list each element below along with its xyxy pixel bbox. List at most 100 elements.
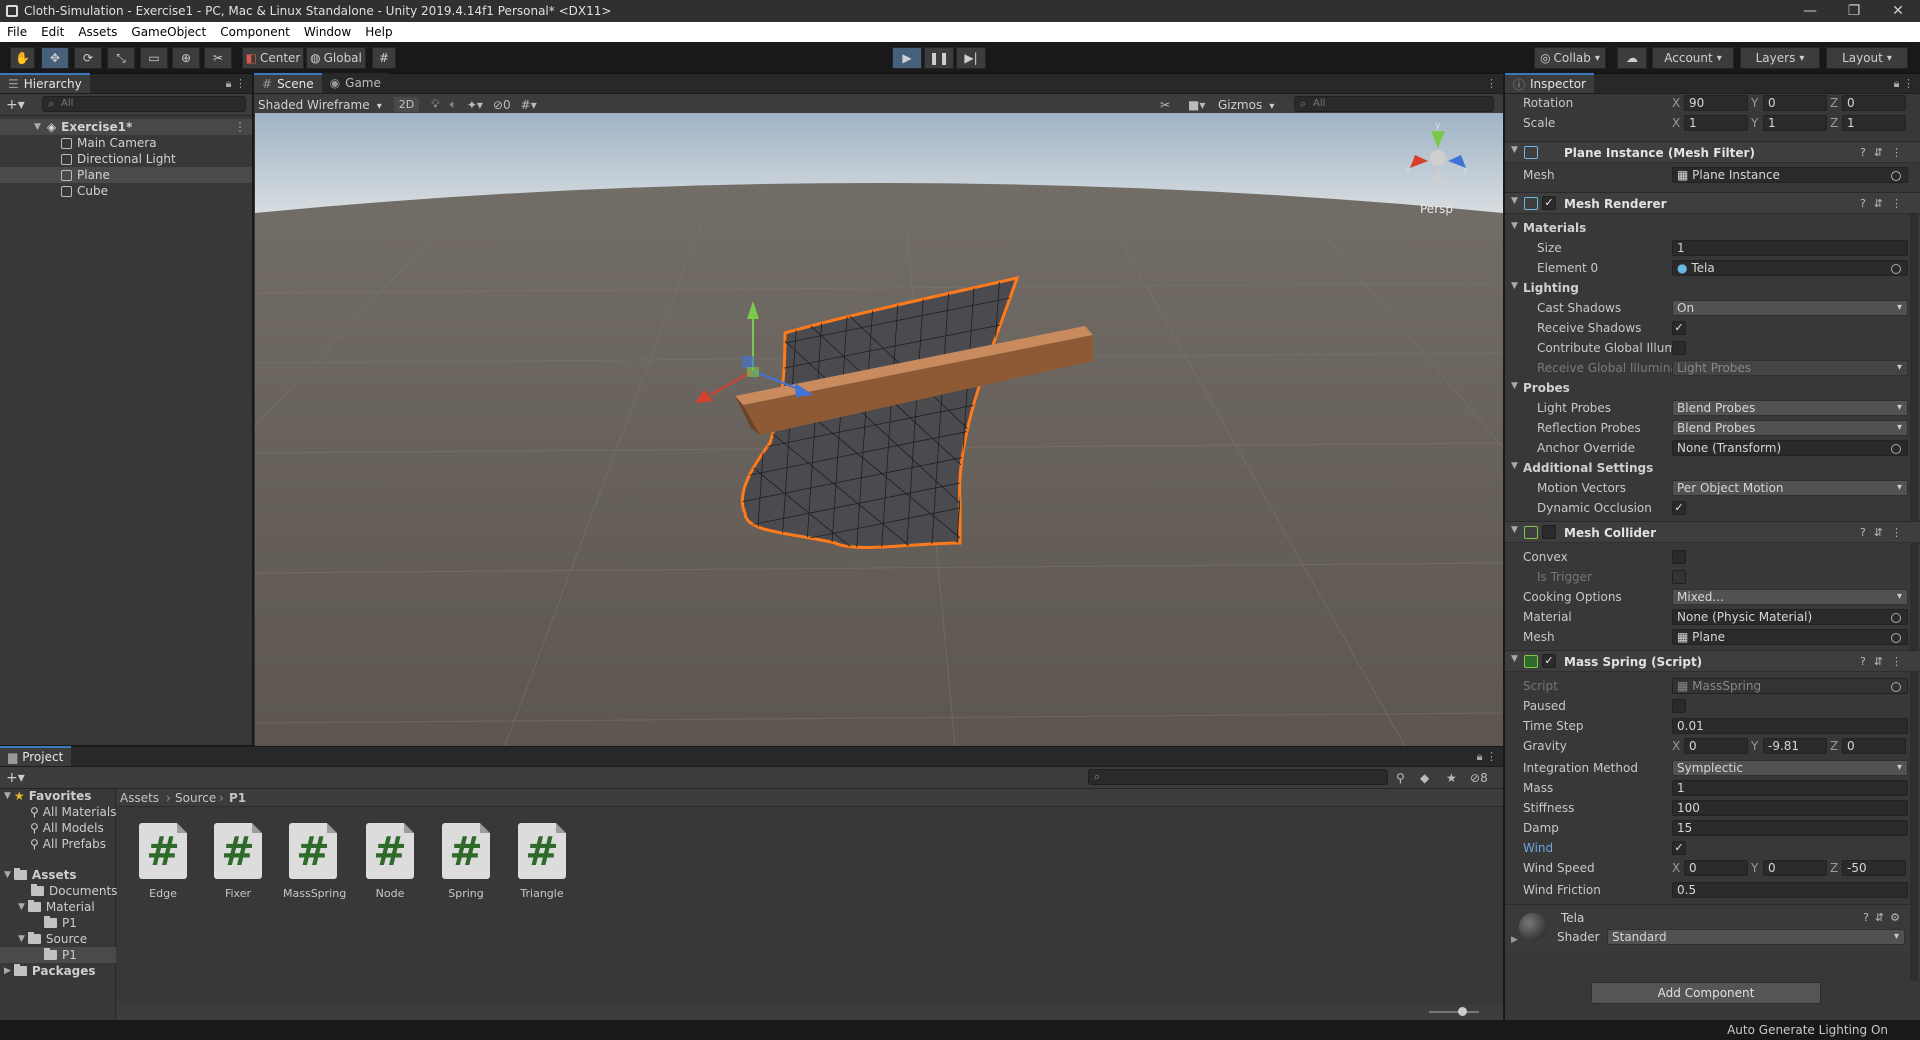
tab-hierarchy[interactable]: ☰ Hierarchy	[0, 73, 90, 93]
breadcrumb-p1[interactable]: P1	[229, 791, 246, 805]
maximize-button[interactable]: ❐	[1832, 3, 1876, 19]
object-picker-icon[interactable]	[1891, 444, 1901, 454]
asset-triangle[interactable]: # Triangle	[512, 823, 572, 900]
layers-dropdown[interactable]: Layers	[1740, 47, 1820, 69]
create-plus-icon[interactable]: +▾	[6, 770, 25, 786]
favorite-star-icon[interactable]: ★	[1446, 771, 1457, 785]
hidden-objects-icon[interactable]: ⊘0	[493, 98, 511, 112]
hierarchy-item-cube[interactable]: Cube	[0, 183, 252, 199]
expand-arrow-icon[interactable]: ▼	[4, 791, 11, 801]
inspector-lock-icon[interactable]: 🔒︎ ⋮	[1894, 77, 1914, 91]
mesh-field[interactable]: ▦ Plane Instance	[1672, 167, 1908, 183]
fav-all-prefabs[interactable]: ⚲ All Prefabs	[30, 836, 106, 852]
expand-arrow-icon[interactable]: ▼	[34, 122, 41, 132]
hierarchy-item-main-camera[interactable]: Main Camera	[0, 135, 252, 151]
gravity-x-field[interactable]: 0	[1684, 738, 1748, 754]
folder-documents[interactable]: Documents	[31, 883, 117, 899]
object-picker-icon[interactable]	[1891, 264, 1901, 274]
shader-dropdown[interactable]: Standard	[1607, 929, 1905, 945]
breadcrumb-assets[interactable]: Assets	[120, 791, 159, 805]
scene-render[interactable]: x z y Persp	[255, 113, 1503, 746]
tab-game[interactable]: ◉ Game	[321, 73, 389, 93]
custom-tool-icon[interactable]: ✂	[204, 47, 232, 69]
receive-shadows-checkbox[interactable]: ✓	[1672, 321, 1686, 335]
collapse-arrow-icon[interactable]: ▼	[1511, 461, 1518, 471]
hidden-packages-icon[interactable]: ⊘8	[1470, 771, 1488, 785]
element0-field[interactable]: ● Tela	[1672, 260, 1908, 276]
move-tool-icon[interactable]: ✥	[41, 47, 69, 69]
tab-scene[interactable]: # Scene	[254, 73, 322, 93]
grid-snap-icon[interactable]: #	[372, 47, 396, 69]
reflection-probes-dropdown[interactable]: Blend Probes	[1672, 420, 1908, 436]
close-button[interactable]: ✕	[1876, 3, 1920, 19]
camera-icon[interactable]: ■▾	[1188, 98, 1205, 112]
rotation-z-field[interactable]: 0	[1842, 95, 1906, 111]
material-header-icons[interactable]: ?⇵⚙	[1863, 911, 1906, 924]
menu-assets[interactable]: Assets	[71, 25, 124, 39]
tools-icon[interactable]: ✂	[1160, 98, 1170, 112]
folder-source-p1[interactable]: P1	[0, 947, 116, 963]
collider-mesh-field[interactable]: ▦ Plane	[1672, 629, 1908, 645]
minimize-button[interactable]: —	[1788, 3, 1832, 19]
dynamic-occlusion-checkbox[interactable]: ✓	[1672, 501, 1686, 515]
scene-menu-icon[interactable]: ⋮	[1486, 77, 1497, 90]
collapse-arrow-icon[interactable]: ▼	[1511, 221, 1518, 231]
menu-gameobject[interactable]: GameObject	[124, 25, 213, 39]
rotation-x-field[interactable]: 90	[1684, 95, 1748, 111]
wind-speed-z-field[interactable]: -50	[1842, 860, 1906, 876]
project-search-input[interactable]	[1088, 769, 1388, 785]
collapse-arrow-icon[interactable]: ▼	[1511, 281, 1518, 291]
filter-label-icon[interactable]: ◆	[1420, 771, 1429, 785]
wind-speed-y-field[interactable]: 0	[1763, 860, 1827, 876]
mass-field[interactable]: 1	[1672, 780, 1908, 796]
convex-checkbox[interactable]	[1672, 550, 1686, 564]
component-header-icons[interactable]: ?⇵⋮	[1860, 146, 1910, 159]
enabled-checkbox[interactable]	[1542, 525, 1556, 539]
damp-field[interactable]: 15	[1672, 820, 1908, 836]
step-button[interactable]: ▶|	[956, 47, 986, 69]
asset-edge[interactable]: # Edge	[133, 823, 193, 900]
tab-inspector[interactable]: ⓘ Inspector	[1505, 73, 1594, 93]
paused-checkbox[interactable]	[1672, 699, 1686, 713]
anchor-override-field[interactable]: None (Transform)	[1672, 440, 1908, 456]
hierarchy-search-input[interactable]: All	[42, 96, 246, 112]
wind-checkbox[interactable]: ✓	[1672, 841, 1686, 855]
gravity-y-field[interactable]: -9.81	[1763, 738, 1827, 754]
menu-edit[interactable]: Edit	[34, 25, 71, 39]
collapse-arrow-icon[interactable]: ▼	[1511, 145, 1518, 155]
lock-icon[interactable]: 🔒︎ ⋮	[226, 77, 246, 91]
play-button[interactable]: ▶	[892, 47, 922, 69]
expand-arrow-icon[interactable]: ▼	[18, 902, 25, 912]
object-picker-icon[interactable]	[1891, 633, 1901, 643]
stiffness-field[interactable]: 100	[1672, 800, 1908, 816]
scale-tool-icon[interactable]: ⤡	[107, 47, 135, 69]
hand-tool-icon[interactable]: ✋	[10, 47, 35, 69]
layout-dropdown[interactable]: Layout	[1826, 47, 1908, 69]
fav-all-models[interactable]: ⚲ All Models	[30, 820, 104, 836]
object-picker-icon[interactable]	[1891, 613, 1901, 623]
scene-menu-icon[interactable]: ⋮	[234, 120, 246, 134]
scene-search-input[interactable]: All	[1294, 96, 1494, 112]
menu-component[interactable]: Component	[213, 25, 297, 39]
component-header-icons[interactable]: ?⇵⋮	[1860, 526, 1910, 539]
gravity-z-field[interactable]: 0	[1842, 738, 1906, 754]
component-header-icons[interactable]: ?⇵⋮	[1860, 655, 1910, 668]
scale-z-field[interactable]: 1	[1842, 115, 1906, 131]
breadcrumb-source[interactable]: Source	[175, 791, 216, 805]
add-component-button[interactable]: Add Component	[1591, 982, 1821, 1004]
enabled-checkbox[interactable]: ✓	[1542, 654, 1556, 668]
create-plus-icon[interactable]: +▾	[6, 97, 25, 113]
object-picker-icon[interactable]	[1891, 171, 1901, 181]
asset-spring[interactable]: # Spring	[436, 823, 496, 900]
time-step-field[interactable]: 0.01	[1672, 718, 1908, 734]
wind-speed-x-field[interactable]: 0	[1684, 860, 1748, 876]
probes-section[interactable]: ▼ Probes	[1505, 379, 1920, 397]
expand-arrow-icon[interactable]: ▶	[1511, 935, 1518, 945]
collider-material-field[interactable]: None (Physic Material)	[1672, 609, 1908, 625]
asset-fixer[interactable]: # Fixer	[208, 823, 268, 900]
global-space-button[interactable]: ◍ Global	[306, 47, 366, 69]
collapse-arrow-icon[interactable]: ▼	[1511, 654, 1518, 664]
folder-material[interactable]: ▼ Material	[18, 899, 95, 915]
menu-file[interactable]: File	[0, 25, 34, 39]
integration-method-dropdown[interactable]: Symplectic	[1672, 760, 1908, 776]
